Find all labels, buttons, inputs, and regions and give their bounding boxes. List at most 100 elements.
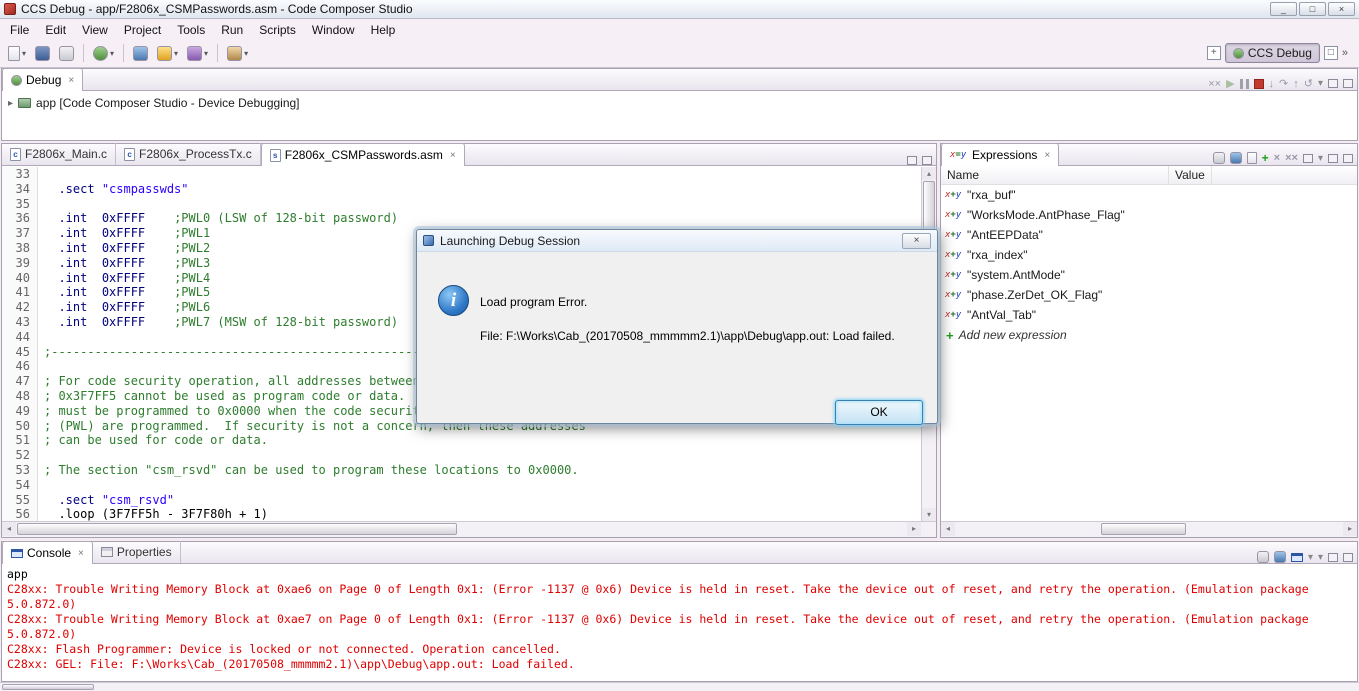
scroll-down-icon[interactable]: ▾ <box>922 508 936 521</box>
scroll-right-icon[interactable]: ▸ <box>907 522 921 536</box>
scroll-left-icon[interactable]: ◂ <box>2 522 16 536</box>
menu-view[interactable]: View <box>74 21 116 39</box>
minimize-view-icon[interactable] <box>1328 153 1338 163</box>
maximize-view-icon[interactable] <box>1343 552 1353 562</box>
close-icon[interactable]: × <box>450 150 456 161</box>
debug-button[interactable]: ▾ <box>90 44 117 63</box>
minimize-window-icon[interactable]: _ <box>1270 2 1297 16</box>
maximize-view-icon[interactable] <box>1343 79 1353 88</box>
remove-all-expressions-icon[interactable]: ×× <box>1285 152 1298 164</box>
tab-console[interactable]: Console × <box>2 541 93 564</box>
dialog-title-bar[interactable]: Launching Debug Session × <box>417 230 937 252</box>
expression-row[interactable]: x+y "phase.ZerDet_OK_Flag" <box>941 285 1357 305</box>
restart-icon[interactable]: ↺ <box>1304 77 1313 90</box>
expand-icon[interactable]: ▸ <box>8 98 13 109</box>
menu-run[interactable]: Run <box>213 21 251 39</box>
launching-debug-session-dialog: Launching Debug Session × i Load program… <box>416 229 938 425</box>
debug-tree-item[interactable]: ▸ app [Code Composer Studio - Device Deb… <box>2 91 1357 110</box>
new-target-configuration-button[interactable] <box>130 44 151 63</box>
ok-button[interactable]: OK <box>835 400 923 425</box>
menu-tools[interactable]: Tools <box>169 21 213 39</box>
close-icon[interactable]: × <box>1044 150 1050 161</box>
step-into-icon[interactable]: ↓ <box>1269 78 1275 90</box>
tab-expressions[interactable]: x=y Expressions × <box>941 143 1060 166</box>
minimize-view-icon[interactable] <box>1328 79 1338 88</box>
flash-button[interactable]: ▾ <box>154 44 181 63</box>
close-icon[interactable]: × <box>68 75 74 86</box>
minimize-view-icon[interactable] <box>907 156 917 165</box>
dropdown-icon[interactable]: ▾ <box>174 49 178 58</box>
dropdown-icon[interactable]: ▾ <box>204 49 208 58</box>
expression-row[interactable]: x+y "system.AntMode" <box>941 265 1357 285</box>
console-output[interactable]: app C28xx: Trouble Writing Memory Block a… <box>2 565 1357 681</box>
maximize-window-icon[interactable]: □ <box>1299 2 1326 16</box>
suspend-icon[interactable] <box>1239 78 1249 89</box>
scroll-up-icon[interactable]: ▴ <box>922 167 936 180</box>
perspective-chevron-icon[interactable]: » <box>1342 47 1348 59</box>
edit-perspective-icon[interactable]: □ <box>1323 46 1338 60</box>
terminate-icon[interactable] <box>1253 78 1264 89</box>
close-window-icon[interactable]: × <box>1328 2 1355 16</box>
view-menu-icon[interactable]: ▾ <box>1318 78 1323 89</box>
minimize-view-icon[interactable] <box>1328 552 1338 562</box>
editor-tab[interactable]: s F2806x_CSMPasswords.asm × <box>260 143 465 166</box>
view-menu-icon[interactable]: ▾ <box>1318 153 1323 164</box>
show-logical-structure-icon[interactable] <box>1229 152 1242 164</box>
scroll-left-icon[interactable]: ◂ <box>941 522 955 536</box>
new-view-icon[interactable] <box>1302 153 1313 163</box>
expression-row[interactable]: x+y "rxa_index" <box>941 245 1357 265</box>
expression-row[interactable]: x+y "AntVal_Tab" <box>941 305 1357 325</box>
menu-help[interactable]: Help <box>363 21 404 39</box>
tab-properties[interactable]: Properties <box>93 541 181 563</box>
pin-console-icon[interactable] <box>1256 551 1269 563</box>
tab-debug[interactable]: Debug × <box>2 68 84 91</box>
maximize-view-icon[interactable] <box>922 156 932 165</box>
remove-all-terminated-icon[interactable]: ×× <box>1208 78 1221 90</box>
save-button[interactable] <box>32 44 53 63</box>
expression-row[interactable]: x+y "AntEEPData" <box>941 225 1357 245</box>
scrollbar-thumb[interactable] <box>17 523 457 535</box>
close-icon[interactable]: × <box>78 548 84 559</box>
save-all-button[interactable] <box>56 44 77 63</box>
menu-project[interactable]: Project <box>116 21 169 39</box>
add-expression-icon[interactable]: + <box>1262 151 1269 165</box>
editor-horizontal-scrollbar[interactable]: ◂ ▸ <box>2 521 936 537</box>
scrollbar-thumb[interactable] <box>2 684 94 690</box>
menu-file[interactable]: File <box>2 21 37 39</box>
scrollbar-thumb[interactable] <box>1101 523 1186 535</box>
open-perspective-icon[interactable]: + <box>1206 46 1221 60</box>
column-header-value[interactable]: Value <box>1169 166 1212 184</box>
open-console-dropdown-icon[interactable]: ▾ <box>1308 552 1313 563</box>
menu-edit[interactable]: Edit <box>37 21 74 39</box>
dialog-close-icon[interactable]: × <box>902 232 931 249</box>
code-line: 55 .sect "csm_rsvd" <box>2 492 936 508</box>
dropdown-icon[interactable]: ▾ <box>110 49 114 58</box>
scripts-button[interactable]: ▾ <box>224 44 251 63</box>
resume-icon[interactable]: ▶ <box>1226 77 1234 90</box>
collapse-all-icon[interactable] <box>1246 152 1257 164</box>
maximize-view-icon[interactable] <box>1343 153 1353 163</box>
open-console-icon[interactable] <box>1290 552 1303 562</box>
scroll-right-icon[interactable]: ▸ <box>1343 522 1357 536</box>
display-selected-console-icon[interactable] <box>1273 551 1286 563</box>
console-horizontal-scrollbar[interactable] <box>0 682 1359 691</box>
column-header-name[interactable]: Name <box>941 166 1169 184</box>
show-type-names-icon[interactable] <box>1212 152 1225 164</box>
view-menu-icon[interactable]: ▾ <box>1318 552 1323 563</box>
expression-row[interactable]: x+y "WorksMode.AntPhase_Flag" <box>941 205 1357 225</box>
expressions-horizontal-scrollbar[interactable]: ◂ ▸ <box>941 521 1357 537</box>
add-new-expression-row[interactable]: + Add new expression <box>941 325 1357 345</box>
expression-row[interactable]: x+y "rxa_buf" <box>941 185 1357 205</box>
menu-window[interactable]: Window <box>304 21 363 39</box>
editor-tab[interactable]: c F2806x_ProcessTx.c <box>116 143 261 165</box>
connect-target-button[interactable]: ▾ <box>184 44 211 63</box>
remove-expression-icon[interactable]: × <box>1274 152 1280 164</box>
dropdown-icon[interactable]: ▾ <box>244 49 248 58</box>
step-over-icon[interactable]: ↷ <box>1279 77 1288 90</box>
dropdown-icon[interactable]: ▾ <box>22 49 26 58</box>
ccs-debug-perspective-button[interactable]: CCS Debug <box>1224 43 1320 63</box>
menu-scripts[interactable]: Scripts <box>251 21 304 39</box>
new-file-button[interactable]: ▾ <box>5 44 29 63</box>
editor-tab[interactable]: c F2806x_Main.c <box>2 143 117 165</box>
step-return-icon[interactable]: ↑ <box>1293 78 1299 90</box>
